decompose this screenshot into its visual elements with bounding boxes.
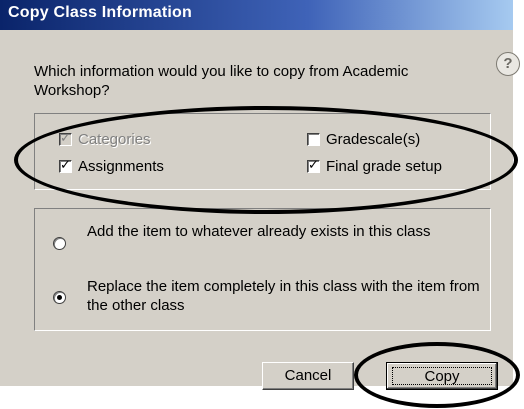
- copy-button-label: Copy: [392, 367, 492, 385]
- radio-replace[interactable]: [53, 291, 66, 304]
- copy-button[interactable]: Copy: [386, 362, 498, 390]
- categories-checkbox-box: ✓: [59, 130, 72, 146]
- assignments-label[interactable]: Assignments: [78, 158, 164, 175]
- final-grade-setup-checkbox-box[interactable]: ✓: [307, 157, 320, 173]
- title-bar[interactable]: Copy Class Information: [0, 0, 513, 30]
- checkbox-assignments[interactable]: ✓ Assignments: [59, 157, 164, 175]
- checkbox-categories: ✓ Categories: [59, 130, 151, 148]
- checkbox-final-grade-setup[interactable]: ✓ Final grade setup: [307, 157, 442, 175]
- final-grade-setup-label[interactable]: Final grade setup: [326, 158, 442, 175]
- radio-selected-dot: [57, 295, 62, 300]
- assignments-checkbox-box[interactable]: ✓: [59, 157, 72, 173]
- radio-replace-label[interactable]: Replace the item completely in this clas…: [87, 277, 487, 315]
- help-icon[interactable]: ?: [496, 52, 520, 76]
- question-text: Which information would you like to copy…: [34, 63, 409, 99]
- gradescales-label[interactable]: Gradescale(s): [326, 131, 420, 148]
- copy-options-group: ✓ Categories Gradescale(s) ✓ Assignments…: [34, 113, 491, 190]
- cancel-button[interactable]: Cancel: [262, 362, 354, 390]
- checkbox-gradescales[interactable]: Gradescale(s): [307, 131, 420, 148]
- gradescales-checkbox-box[interactable]: [307, 133, 320, 146]
- radio-add[interactable]: [53, 237, 66, 250]
- copy-mode-group: Add the item to whatever already exists …: [34, 208, 491, 331]
- copy-class-dialog: Copy Class Information Which information…: [0, 0, 513, 390]
- categories-label: Categories: [78, 131, 151, 148]
- radio-add-label[interactable]: Add the item to whatever already exists …: [87, 222, 487, 241]
- dialog-title: Copy Class Information: [8, 4, 192, 21]
